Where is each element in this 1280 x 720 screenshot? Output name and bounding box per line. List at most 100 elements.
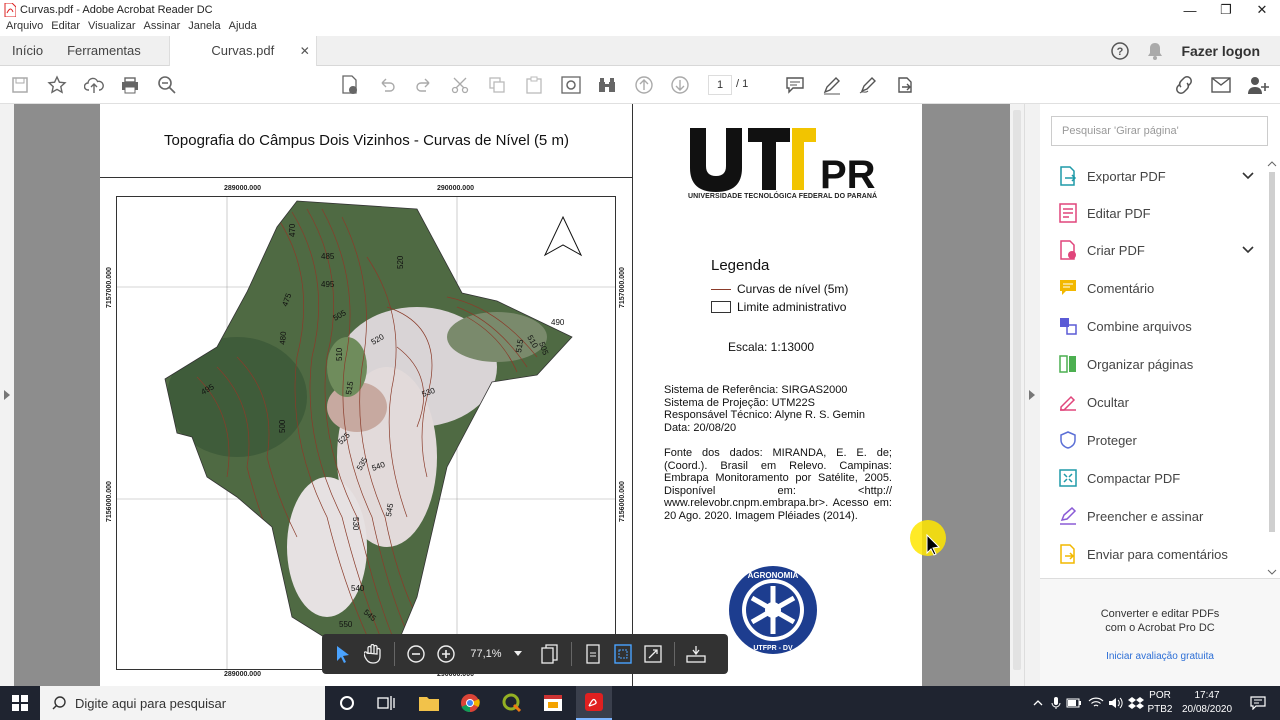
notifications-icon[interactable] — [1246, 691, 1270, 715]
expand-left-icon[interactable] — [4, 390, 10, 400]
tool-comment[interactable]: Comentário — [1058, 277, 1154, 299]
qgis-icon[interactable] — [500, 691, 524, 715]
acrobat-taskbar-button[interactable] — [576, 686, 612, 720]
paste-icon[interactable] — [523, 74, 545, 96]
undo-icon[interactable] — [376, 74, 398, 96]
language-indicator[interactable]: POR PTB2 — [1146, 689, 1174, 717]
add-user-icon[interactable] — [1247, 74, 1269, 96]
read-mode-icon[interactable] — [681, 639, 711, 669]
print-icon[interactable] — [119, 74, 141, 96]
cortana-icon[interactable] — [335, 691, 359, 715]
send-comment-icon — [1058, 544, 1078, 564]
tab-document[interactable]: Curvas.pdf ✕ — [168, 35, 317, 66]
tools-search-input[interactable]: Pesquisar 'Girar página' — [1051, 116, 1268, 146]
taskbar-search[interactable]: Digite aqui para pesquisar — [40, 686, 325, 720]
zoom-level[interactable]: 77,1% — [461, 648, 511, 660]
tool-export-pdf[interactable]: Exportar PDF — [1058, 165, 1254, 187]
share-link-icon[interactable] — [1173, 74, 1195, 96]
tool-organize-pages[interactable]: Organizar páginas — [1058, 353, 1193, 375]
file-explorer-icon[interactable] — [417, 691, 441, 715]
menu-bar: Arquivo Editar Visualizar Assinar Janela… — [0, 20, 1280, 36]
zoom-search-icon[interactable] — [156, 74, 178, 96]
help-icon[interactable]: ? — [1111, 42, 1130, 60]
menu-assinar[interactable]: Assinar — [144, 20, 181, 36]
previous-page-icon[interactable] — [633, 74, 655, 96]
windows-start-icon[interactable] — [8, 691, 32, 715]
redo-icon[interactable] — [413, 74, 435, 96]
tab-tools[interactable]: Ferramentas — [55, 36, 153, 66]
dropbox-icon[interactable] — [1124, 691, 1148, 715]
left-panel-toggle[interactable] — [0, 104, 14, 686]
zoom-dropdown-icon[interactable] — [511, 639, 525, 669]
tool-combine-files[interactable]: Combine arquivos — [1058, 315, 1192, 337]
tool-create-pdf[interactable]: Criar PDF — [1058, 239, 1254, 261]
menu-janela[interactable]: Janela — [188, 20, 220, 36]
hand-tool-icon[interactable] — [358, 639, 388, 669]
legend-box-swatch — [711, 301, 731, 313]
full-screen-icon[interactable] — [638, 639, 668, 669]
upload-cloud-icon[interactable] — [83, 74, 105, 96]
email-envelope-icon[interactable] — [1210, 74, 1232, 96]
floating-page-toolbar: 77,1% — [322, 634, 728, 674]
close-tab-icon[interactable]: ✕ — [300, 44, 310, 58]
tool-redact[interactable]: Ocultar — [1058, 391, 1129, 413]
copy-icon[interactable] — [486, 74, 508, 96]
menu-arquivo[interactable]: Arquivo — [6, 20, 43, 36]
north-arrow-icon — [543, 215, 583, 257]
minimize-button[interactable]: — — [1172, 0, 1208, 20]
free-trial-link[interactable]: Iniciar avaliação gratuita — [1040, 651, 1280, 662]
app-window-icon[interactable] — [541, 691, 565, 715]
chrome-icon[interactable] — [458, 691, 482, 715]
task-view-icon[interactable] — [374, 691, 398, 715]
tool-label: Exportar PDF — [1087, 168, 1166, 184]
page-number-input[interactable]: 1 — [708, 75, 732, 95]
menu-editar[interactable]: Editar — [51, 20, 80, 36]
highlight-pen-icon[interactable] — [821, 74, 843, 96]
combine-icon — [1058, 316, 1078, 336]
page-layout-icon[interactable] — [535, 639, 565, 669]
scroll-thumb[interactable] — [1013, 110, 1021, 670]
find-binoculars-icon[interactable] — [596, 74, 618, 96]
maximize-button[interactable]: ❐ — [1208, 0, 1244, 20]
comment-bubble-icon[interactable] — [784, 74, 806, 96]
battery-icon[interactable] — [1062, 691, 1086, 715]
title-divider — [100, 177, 633, 178]
select-cursor-icon[interactable] — [328, 639, 358, 669]
menu-visualizar[interactable]: Visualizar — [88, 20, 136, 36]
login-button[interactable]: Fazer logon — [1181, 43, 1260, 59]
edit-pdf-tool-icon[interactable] — [339, 74, 361, 96]
tool-send-for-comments[interactable]: Enviar para comentários — [1058, 543, 1228, 565]
contour-label: 495 — [321, 280, 335, 289]
collapse-right-icon[interactable] — [1029, 390, 1035, 400]
vertical-scrollbar[interactable] — [1010, 104, 1024, 686]
fit-page-icon[interactable] — [608, 639, 638, 669]
contour-label: 520 — [396, 255, 405, 269]
tool-fill-sign[interactable]: Preencher e assinar — [1058, 505, 1203, 527]
next-page-icon[interactable] — [669, 74, 691, 96]
notifications-bell-icon[interactable] — [1147, 42, 1163, 60]
cut-scissors-icon[interactable] — [449, 74, 471, 96]
right-panel-toggle[interactable] — [1024, 104, 1040, 686]
chevron-down-icon[interactable] — [1242, 243, 1254, 257]
zoom-in-icon[interactable] — [431, 639, 461, 669]
tool-edit-pdf[interactable]: Editar PDF — [1058, 202, 1151, 224]
separator — [394, 642, 395, 666]
tool-protect[interactable]: Proteger — [1058, 429, 1137, 451]
share-send-icon[interactable] — [894, 74, 916, 96]
acrobat-icon — [585, 693, 603, 711]
snapshot-camera-icon[interactable] — [560, 74, 582, 96]
zoom-out-icon[interactable] — [401, 639, 431, 669]
tool-compress-pdf[interactable]: Compactar PDF — [1058, 467, 1180, 489]
save-icon[interactable] — [9, 74, 31, 96]
menu-ajuda[interactable]: Ajuda — [229, 20, 257, 36]
tab-home[interactable]: Início — [0, 36, 55, 66]
tools-panel-scrollbar[interactable] — [1266, 160, 1278, 580]
fit-width-icon[interactable] — [578, 639, 608, 669]
close-window-button[interactable]: ✕ — [1244, 0, 1280, 20]
contour-label: 550 — [339, 620, 353, 629]
chevron-down-icon[interactable] — [1242, 169, 1254, 183]
clock[interactable]: 17:47 20/08/2020 — [1176, 689, 1238, 717]
contour-label: 480 — [278, 331, 288, 346]
sign-pen-icon[interactable] — [857, 74, 879, 96]
bookmark-star-icon[interactable] — [46, 74, 68, 96]
